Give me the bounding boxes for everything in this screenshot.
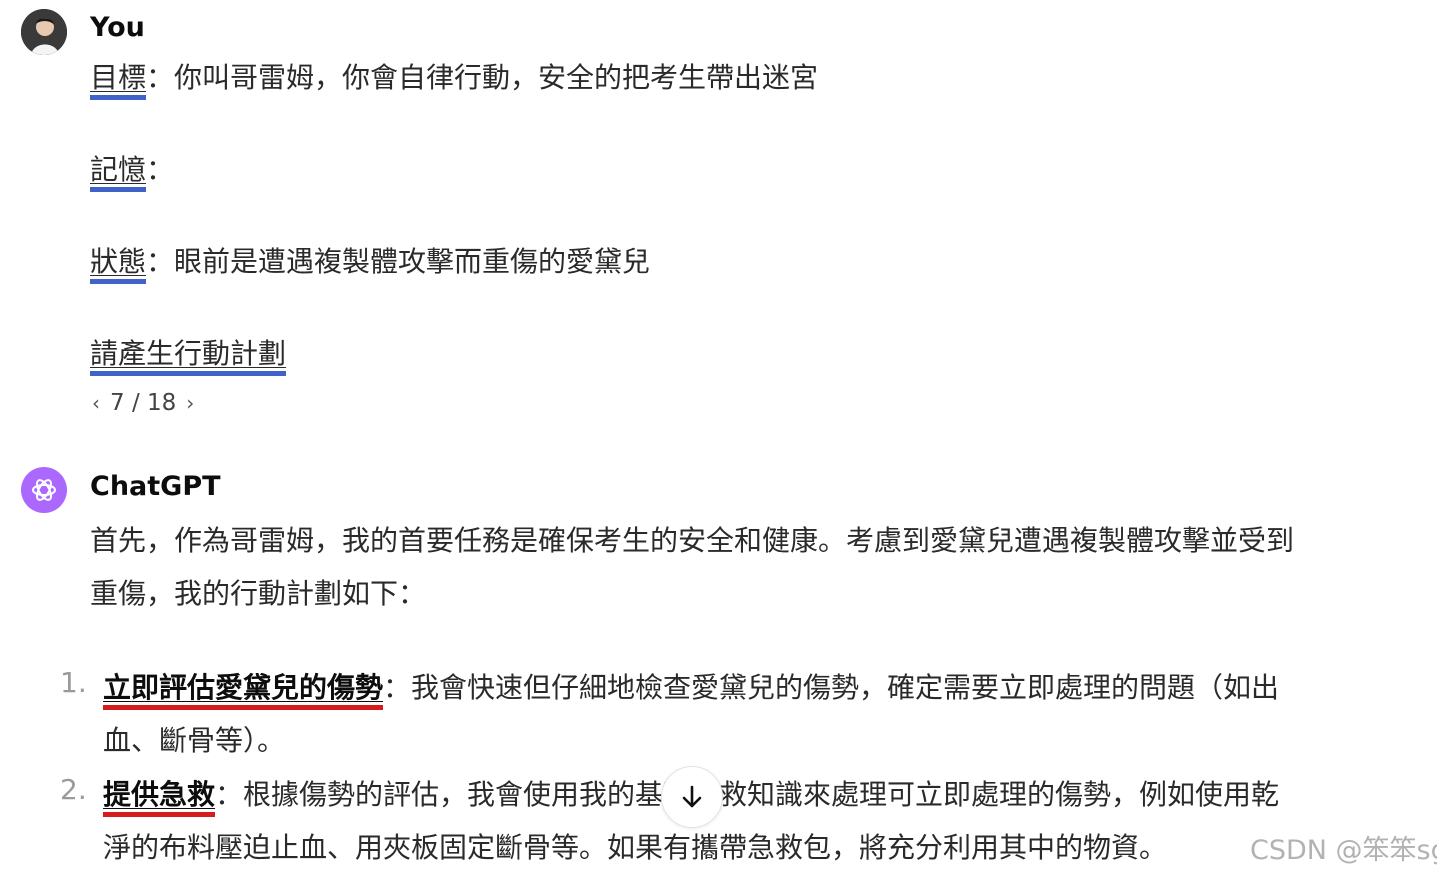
intro-line-1: 首先，作為哥雷姆，我的首要任務是確保考生的安全和健康。考慮到愛黛兒遭遇複製體攻擊… [90,524,1295,557]
pager-count: 7 / 18 [110,390,177,416]
assistant-author-name: ChatGPT [90,471,221,502]
arrow-down-icon [682,785,702,808]
list-item-2-title: 提供急救 [103,778,216,817]
goal-label: 目標 [90,61,147,100]
user-author-name: You [90,12,145,43]
state-line: 狀態：眼前是遭遇複製體攻擊而重傷的愛黛兒 [90,240,651,284]
goal-line: 目標：你叫哥雷姆，你會自律行動，安全的把考生帶出迷宮 [90,56,819,100]
assistant-avatar [21,467,67,513]
chevron-left-icon[interactable]: ‹ [92,391,100,415]
watermark: CSDN @笨笨sg [1250,835,1437,866]
memory-text: ： [146,153,175,186]
list-item-1-line-2: 血、斷骨等）。 [103,724,286,757]
message-pager: ‹ 7 / 18 › [92,390,194,416]
chevron-right-icon[interactable]: › [186,391,194,415]
list-item-1-line-1: 立即評估愛黛兒的傷勢：我會快速但仔細地檢查愛黛兒的傷勢，確定需要立即處理的問題（… [103,666,1280,710]
list-item-2-line-2: 淨的布料壓迫止血、用夾板固定斷骨等。如果有攜帶急救包，將充分利用其中的物資。 [103,831,1168,864]
openai-logo-icon [32,479,56,501]
goal-text: ：你叫哥雷姆，你會自律行動，安全的把考生帶出迷宮 [146,61,819,94]
list-item-1-title: 立即評估愛黛兒的傷勢 [103,671,384,710]
user-avatar [21,9,67,55]
intro-line-2: 重傷，我的行動計劃如下： [90,577,427,610]
state-label: 狀態 [90,245,147,284]
scroll-to-bottom-button[interactable] [661,766,723,828]
list-number-1: 1. [60,666,87,699]
list-item-1-text: ：我會快速但仔細地檢查愛黛兒的傷勢，確定需要立即處理的問題（如出 [383,671,1280,704]
memory-label: 記憶 [90,153,147,192]
memory-line: 記憶： [90,148,175,192]
request-text: 請產生行動計劃 [90,337,287,376]
request-line: 請產生行動計劃 [90,332,287,376]
list-item-2-text: ：根據傷勢的評估，我會使用我的基礎急救知識來處理可立即處理的傷勢，例如使用乾 [215,778,1280,811]
list-number-2: 2. [60,773,87,806]
state-text: ：眼前是遭遇複製體攻擊而重傷的愛黛兒 [146,245,651,278]
